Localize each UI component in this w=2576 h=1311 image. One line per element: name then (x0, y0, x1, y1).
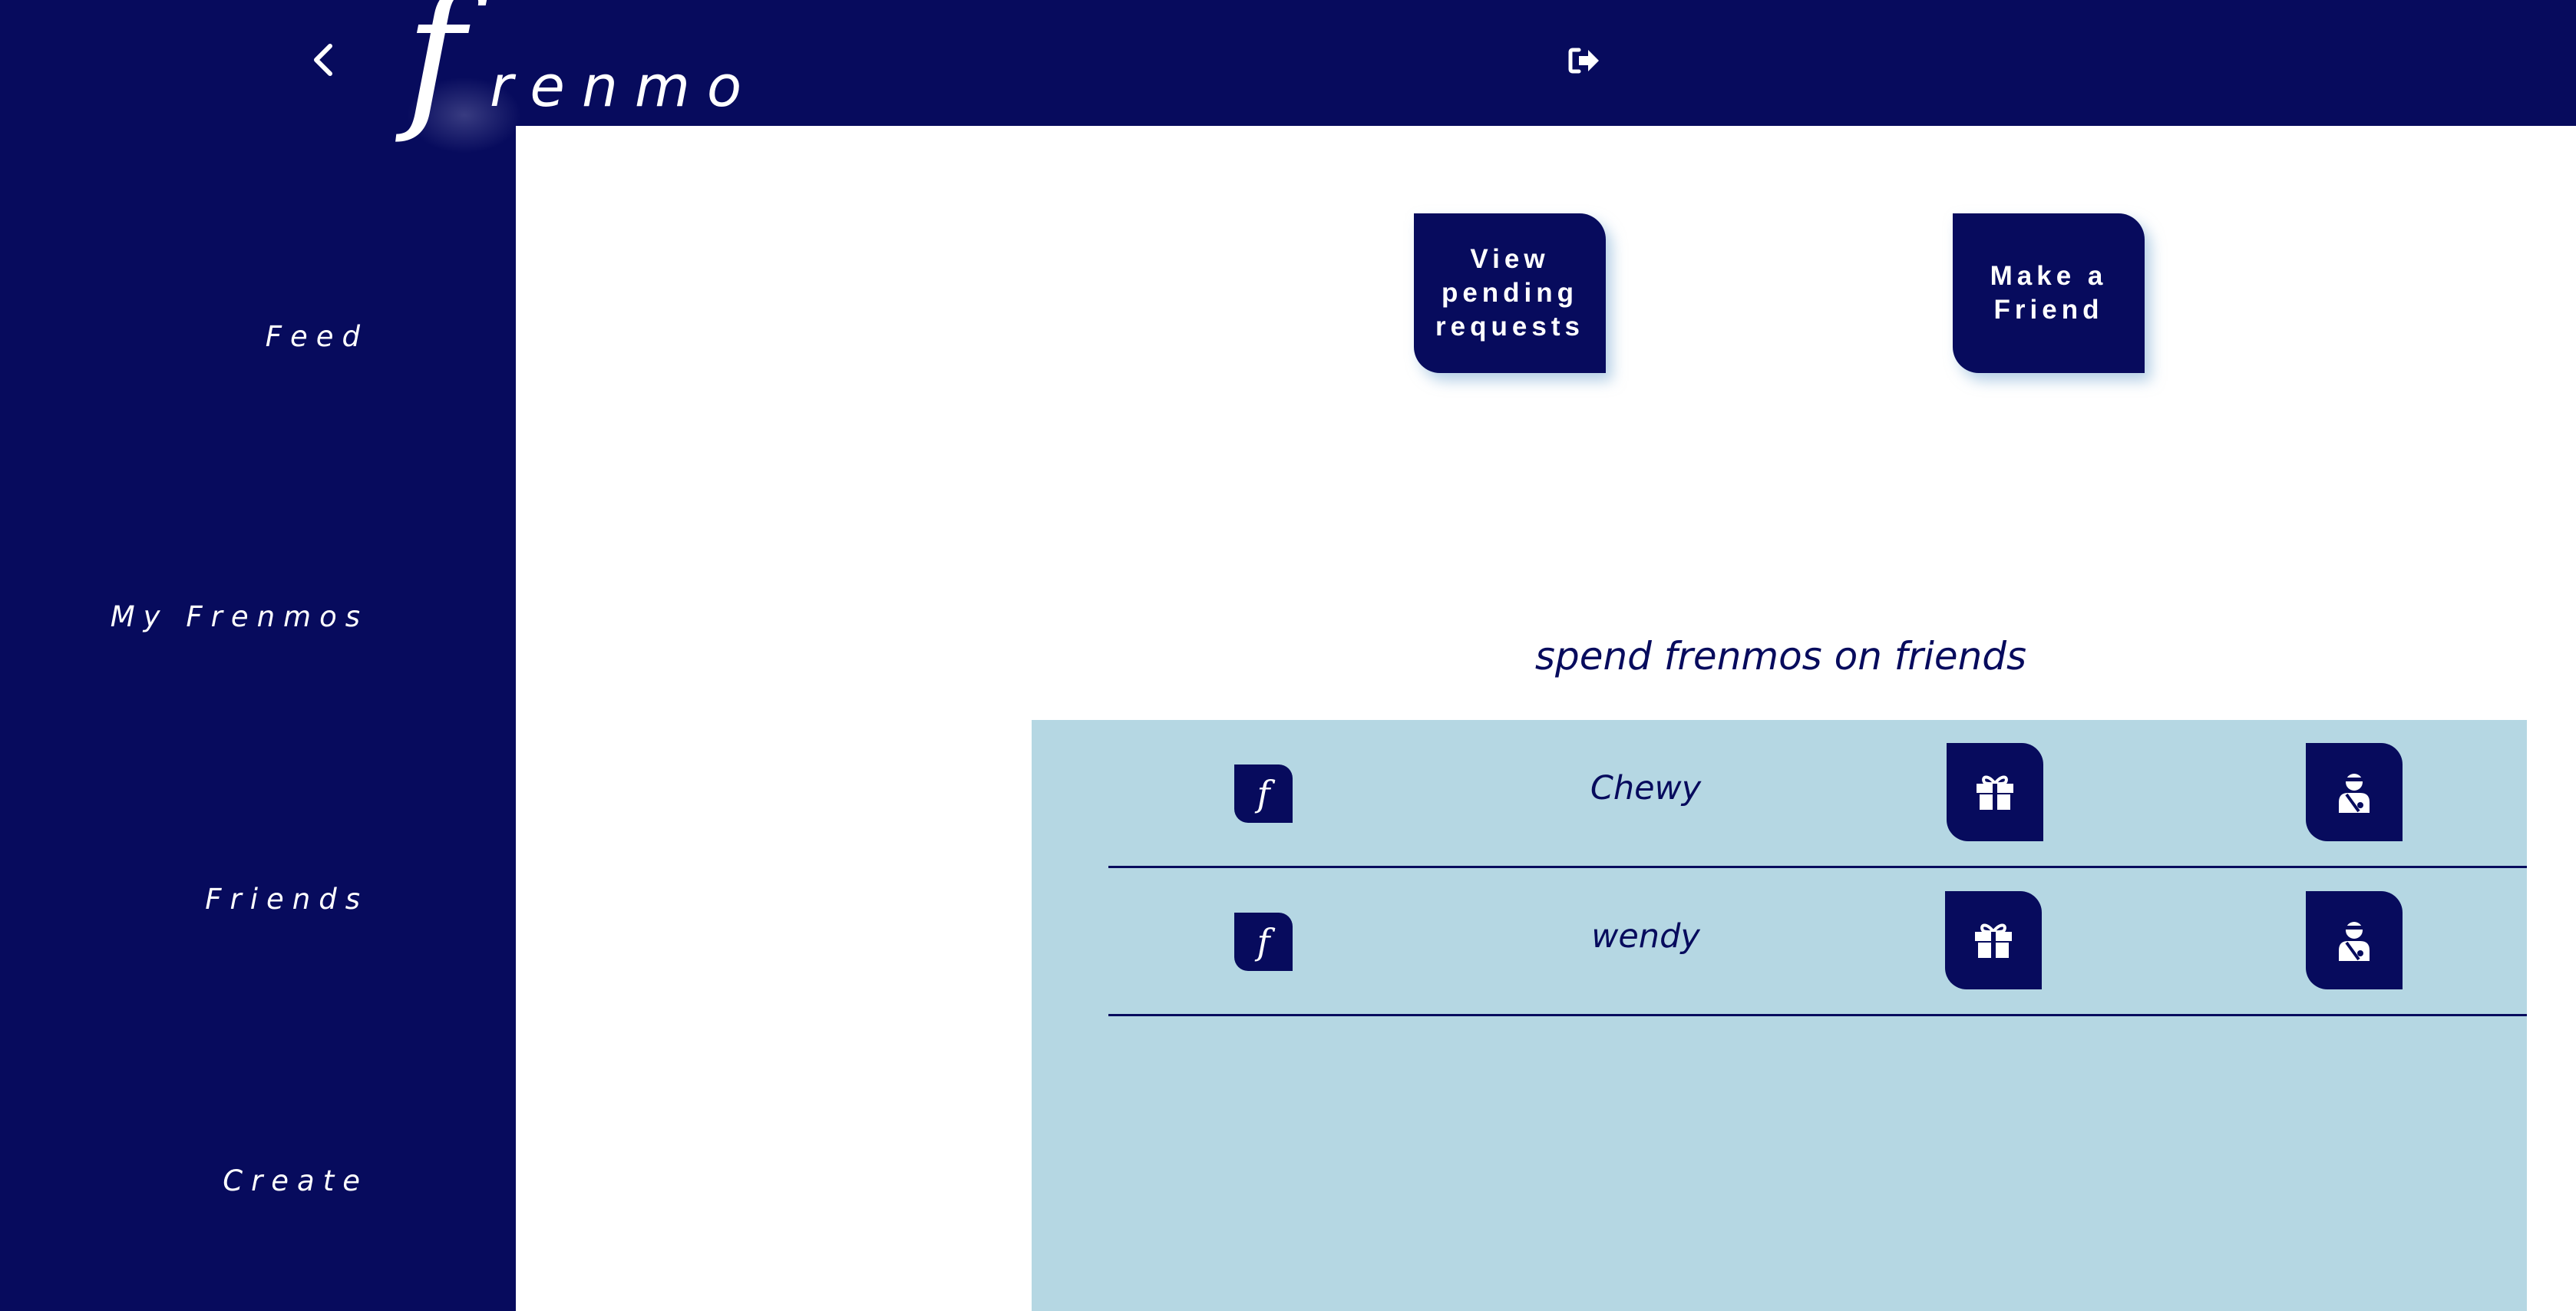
sidebar-item-friends[interactable]: Friends (205, 883, 368, 916)
sidebar (0, 0, 516, 1311)
view-pending-requests-button[interactable]: View pending requests (1414, 213, 1606, 373)
friend-name: Chewy (1590, 769, 1702, 807)
back-button[interactable] (304, 38, 342, 81)
gift-icon (1975, 923, 2012, 958)
gift-button[interactable] (1945, 891, 2042, 989)
friend-row: f wendy (1108, 868, 2527, 1016)
frenmo-logo-icon: f (1234, 764, 1293, 823)
sidebar-item-feed[interactable]: Feed (266, 320, 368, 353)
injure-friend-button[interactable] (2306, 891, 2403, 989)
gift-icon (1977, 775, 2013, 810)
user-injured-icon (2339, 774, 2370, 813)
make-a-friend-button[interactable]: Make a Friend (1953, 213, 2145, 373)
logo-f: f (405, 0, 465, 147)
user-injured-icon (2339, 922, 2370, 961)
gift-button[interactable] (1947, 743, 2043, 841)
logo-text: renmo (490, 54, 759, 120)
sidebar-item-my-frenmos[interactable]: My Frenmos (111, 600, 368, 633)
sign-out-icon (1568, 48, 1599, 74)
frenmo-logo-icon: f (1234, 913, 1293, 971)
section-title: spend frenmos on friends (1534, 634, 2027, 679)
friend-name: wendy (1591, 917, 1700, 956)
chevron-left-icon (314, 44, 332, 76)
friends-panel: f Chewy f wendy (1032, 720, 2527, 1311)
friend-row: f Chewy (1108, 720, 2527, 868)
sidebar-item-create[interactable]: Create (223, 1164, 368, 1197)
injure-friend-button[interactable] (2306, 743, 2403, 841)
logout-button[interactable] (1564, 41, 1604, 80)
